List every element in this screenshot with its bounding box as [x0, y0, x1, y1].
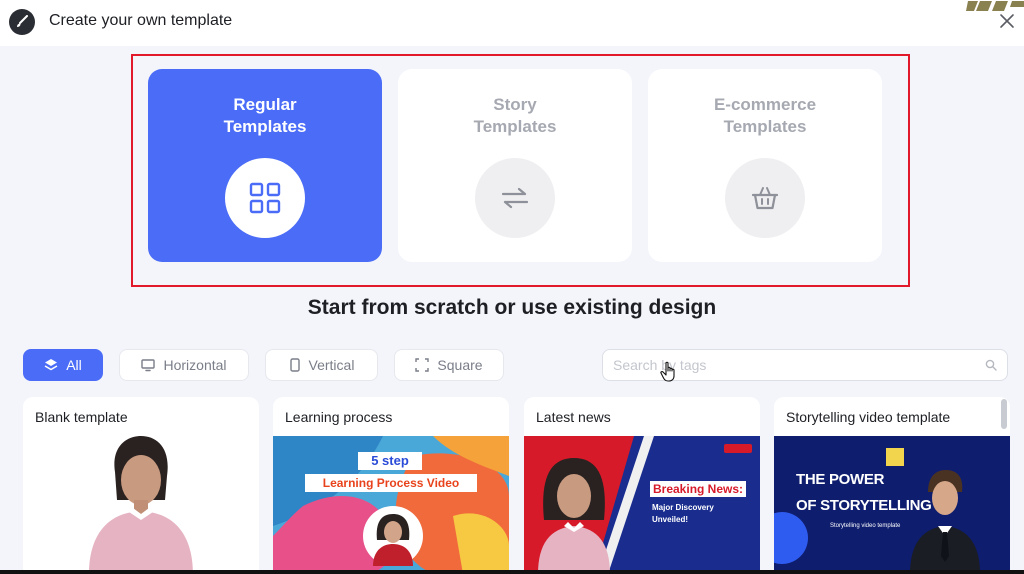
- thumb-headline: Breaking News:: [650, 481, 747, 497]
- filter-vertical-button[interactable]: Vertical: [265, 349, 378, 381]
- bottom-edge: [0, 570, 1024, 574]
- filter-vertical-label: Vertical: [308, 357, 355, 373]
- story-templates-label: Story Templates: [473, 95, 557, 136]
- thumb-heading-1: THE POWER: [796, 471, 885, 488]
- modal-header: Create your own template: [0, 0, 1024, 46]
- template-card-storytelling[interactable]: Storytelling video template THE POWER OF…: [774, 397, 1010, 574]
- regular-templates-card[interactable]: Regular Templates: [148, 69, 382, 262]
- section-heading: Start from scratch or use existing desig…: [307, 296, 717, 319]
- ecommerce-templates-card[interactable]: E-commerce Templates: [648, 69, 882, 262]
- template-thumbnail: 5 step Learning Process Video: [273, 436, 509, 574]
- filter-horizontal-button[interactable]: Horizontal: [119, 349, 249, 381]
- basket-icon: [751, 187, 779, 210]
- close-icon[interactable]: [998, 12, 1016, 30]
- filter-square-label: Square: [437, 357, 483, 373]
- template-thumbnail: THE POWER OF STORYTELLING Storytelling v…: [774, 436, 1010, 574]
- thumb-badge-title: Learning Process Video: [305, 474, 477, 492]
- template-title: Blank template: [35, 409, 128, 425]
- modal-title: Create your own template: [49, 12, 233, 29]
- thumb-caption: Storytelling video template: [830, 523, 901, 529]
- template-thumbnail: [23, 436, 259, 574]
- story-templates-icon-circle: [475, 158, 555, 238]
- template-title: Learning process: [285, 409, 393, 425]
- layers-icon: [44, 359, 58, 371]
- logo-fragment: [964, 0, 1024, 12]
- template-title: Storytelling video template: [786, 409, 951, 425]
- template-card-blank[interactable]: Blank template: [23, 397, 259, 574]
- filter-horizontal-label: Horizontal: [163, 357, 227, 373]
- template-card-learning-process[interactable]: Learning process 5 step Learning Process…: [273, 397, 509, 574]
- scrollbar-thumb[interactable]: [1001, 399, 1007, 429]
- search-icon[interactable]: [985, 359, 997, 371]
- ecommerce-templates-icon-circle: [725, 158, 805, 238]
- square-frame-icon: [415, 358, 430, 372]
- thumb-subheadline: Major Discovery Unveiled!: [652, 503, 714, 524]
- brush-icon: [9, 9, 35, 35]
- monitor-icon: [141, 359, 156, 372]
- grid-icon: [249, 182, 281, 214]
- template-thumbnail: Breaking News: Major Discovery Unveiled!: [524, 436, 760, 574]
- thumb-badge-step: 5 step: [358, 452, 422, 470]
- filter-square-button[interactable]: Square: [394, 349, 504, 381]
- presenter-image: [23, 436, 259, 574]
- filter-all-label: All: [66, 357, 82, 373]
- template-title: Latest news: [536, 409, 611, 425]
- thumb-heading-2: OF STORYTELLING: [796, 497, 932, 514]
- template-card-latest-news[interactable]: Latest news Breaking News: Major Discove…: [524, 397, 760, 574]
- phone-icon: [289, 358, 300, 372]
- ecommerce-templates-label: E-commerce Templates: [713, 95, 817, 136]
- regular-templates-icon-circle: [225, 158, 305, 238]
- story-templates-card[interactable]: Story Templates: [398, 69, 632, 262]
- swap-arrows-icon: [501, 187, 529, 209]
- regular-templates-label: Regular Templates: [223, 95, 307, 136]
- filter-all-button[interactable]: All: [23, 349, 103, 381]
- hand-cursor-icon: [660, 361, 675, 382]
